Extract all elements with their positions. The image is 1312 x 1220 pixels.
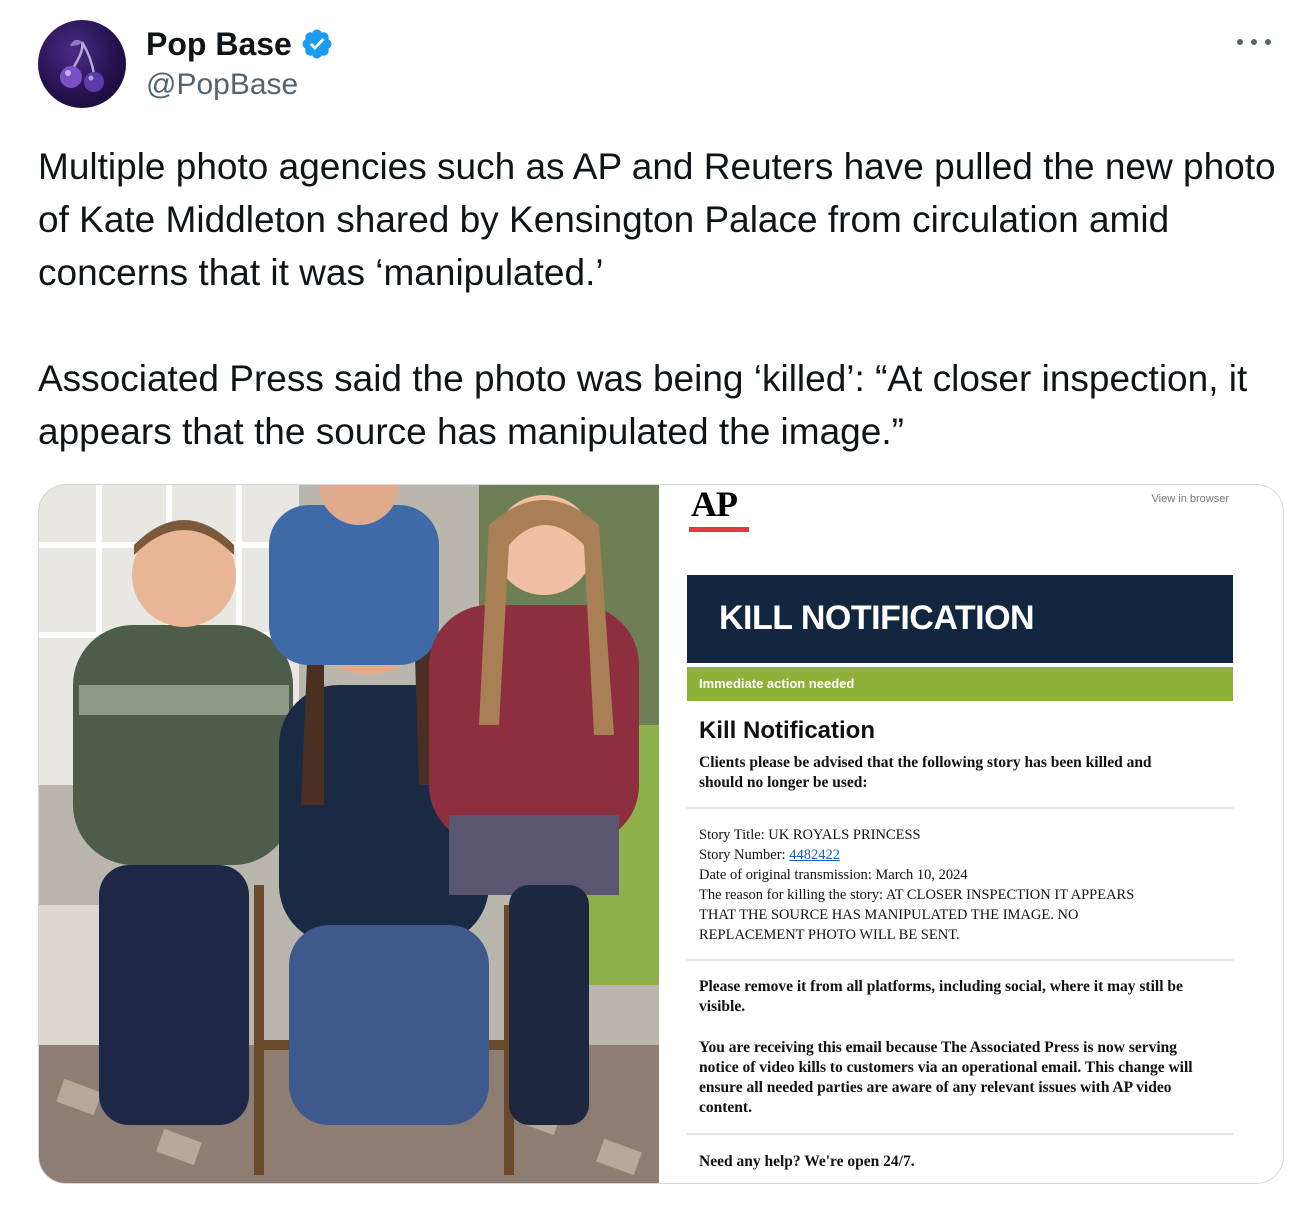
cherry-icon bbox=[60, 39, 104, 92]
more-horizontal-icon[interactable] bbox=[1234, 30, 1274, 54]
divider bbox=[687, 1133, 1233, 1135]
story-number-row: Story Number: 4482422 bbox=[699, 845, 1229, 865]
ap-logo-underline bbox=[689, 527, 749, 532]
family-photo[interactable] bbox=[39, 485, 659, 1183]
tweet-media[interactable]: AP View in browser KILL NOTIFICATION Imm… bbox=[38, 484, 1284, 1184]
kill-notification-banner: KILL NOTIFICATION bbox=[687, 575, 1233, 663]
display-name[interactable]: Pop Base bbox=[146, 26, 292, 63]
kill-banner-title: KILL NOTIFICATION bbox=[719, 599, 1035, 637]
receiving-notice: You are receiving this email because The… bbox=[699, 1039, 1193, 1116]
ap-email-screenshot: AP View in browser KILL NOTIFICATION Imm… bbox=[659, 485, 1283, 1183]
story-details: Story Title: UK ROYALS PRINCESS Story Nu… bbox=[699, 825, 1229, 945]
author-handle[interactable]: @PopBase bbox=[146, 68, 298, 102]
story-number-label: Story Number: bbox=[699, 847, 790, 863]
action-bar-label: Immediate action needed bbox=[699, 676, 855, 691]
divider bbox=[687, 807, 1233, 809]
tweet: Pop Base @PopBase Multiple photo agencie… bbox=[0, 0, 1312, 1220]
story-number-link: 4482422 bbox=[789, 847, 840, 863]
divider bbox=[687, 959, 1233, 961]
author-name-row[interactable]: Pop Base bbox=[146, 24, 334, 64]
tweet-paragraph-2: Associated Press said the photo was bein… bbox=[38, 358, 1248, 452]
avatar[interactable] bbox=[38, 20, 126, 108]
immediate-action-bar: Immediate action needed bbox=[687, 667, 1233, 701]
story-title: Story Title: UK ROYALS PRINCESS bbox=[699, 827, 921, 843]
tweet-text: Multiple photo agencies such as AP and R… bbox=[38, 140, 1288, 458]
transmission-date: Date of original transmission: March 10,… bbox=[699, 867, 968, 883]
kill-notification-heading: Kill Notification bbox=[699, 717, 875, 744]
kill-reason-line-2: THAT THE SOURCE HAS MANIPULATED THE IMAG… bbox=[699, 907, 1079, 923]
help-text: Need any help? We're open 24/7. bbox=[699, 1153, 915, 1170]
ap-logo: AP bbox=[691, 484, 738, 524]
view-in-browser-link: View in browser bbox=[1151, 493, 1229, 505]
tweet-paragraph-1: Multiple photo agencies such as AP and R… bbox=[38, 146, 1276, 293]
kill-reason-line-1: The reason for killing the story: AT CLO… bbox=[699, 887, 1135, 903]
kill-reason-line-3: REPLACEMENT PHOTO WILL BE SENT. bbox=[699, 927, 960, 943]
remove-notice: Please remove it from all platforms, inc… bbox=[699, 978, 1183, 1015]
verified-badge-icon bbox=[302, 29, 332, 59]
kill-notification-intro: Clients please be advised that the follo… bbox=[699, 754, 1152, 791]
ap-email-body: AP View in browser KILL NOTIFICATION Imm… bbox=[687, 485, 1233, 1183]
